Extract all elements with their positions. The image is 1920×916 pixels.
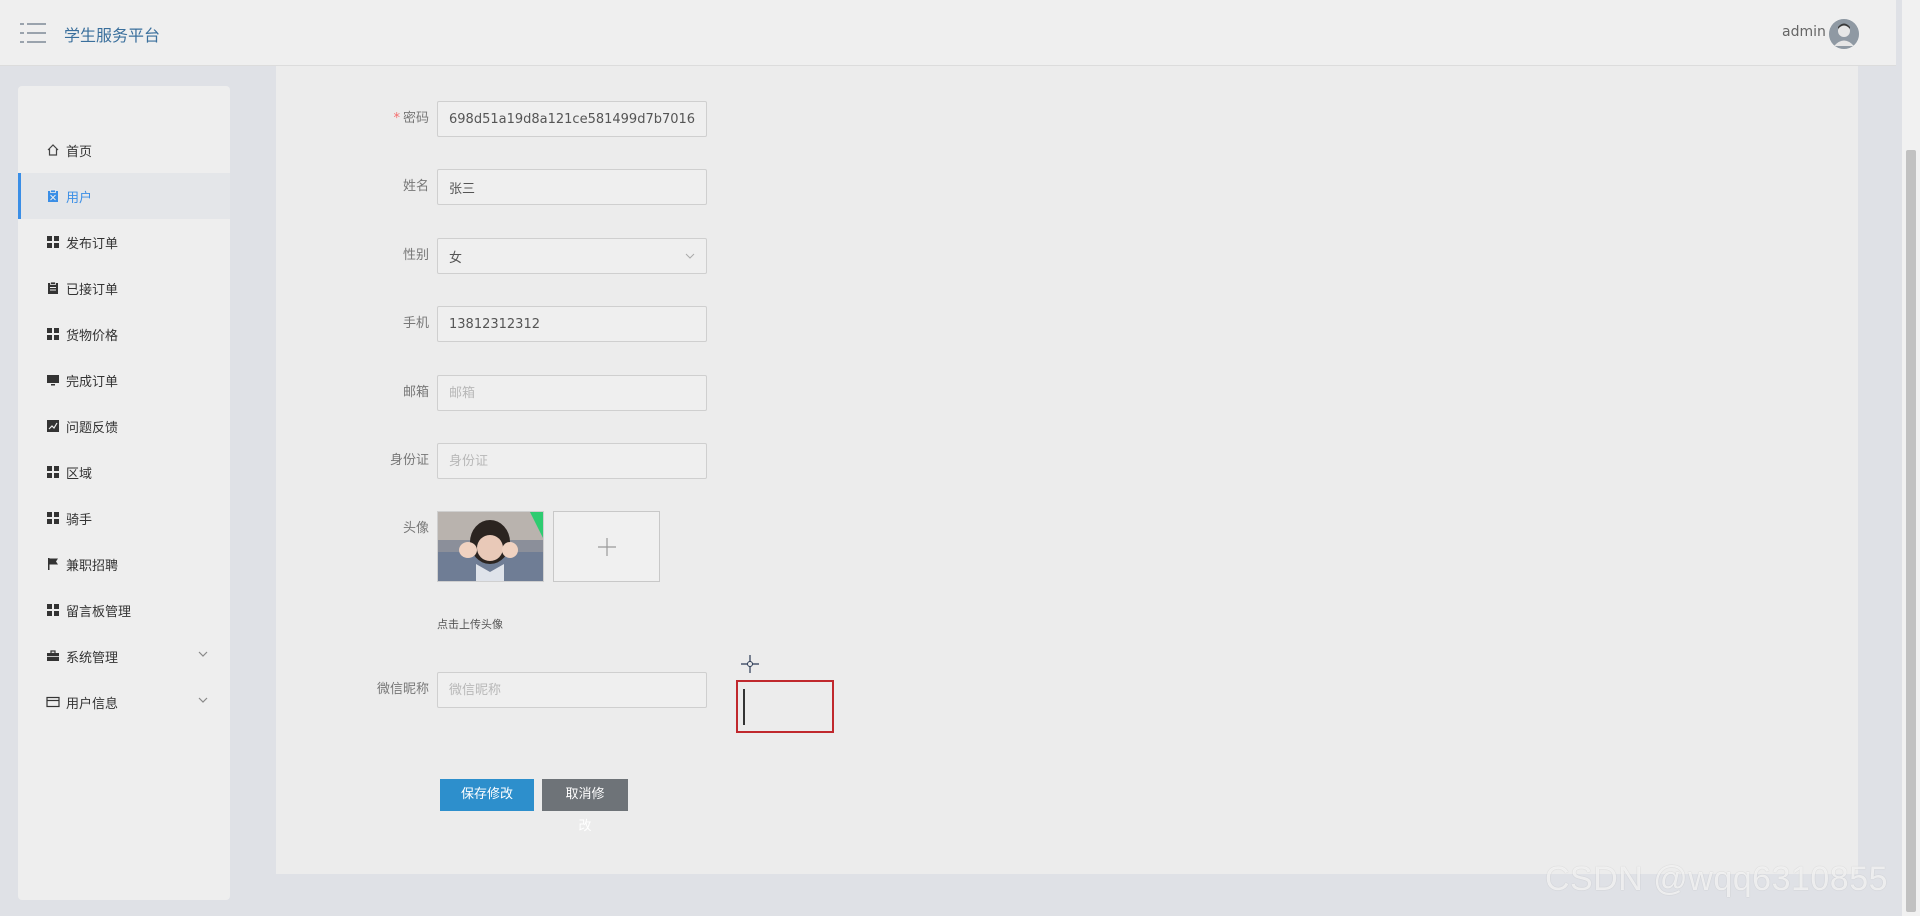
sidebar-item-rider[interactable]: 骑手 [18, 495, 230, 541]
sidebar-item-user-info[interactable]: 用户信息 [18, 679, 230, 725]
sidebar-item-part-time[interactable]: 兼职招聘 [18, 541, 230, 587]
app-title: 学生服务平台 [64, 26, 161, 45]
crosshair-cursor-icon [741, 655, 759, 673]
gender-label: 性别 [402, 248, 429, 263]
password-label: * 密码 [393, 111, 429, 126]
card-icon [46, 695, 60, 709]
page-scrollbar[interactable] [1902, 0, 1920, 916]
sidebar-item-label: 系统管理 [66, 650, 119, 666]
grid-icon [46, 235, 60, 249]
monitor-icon [46, 373, 60, 387]
sidebar-item-label: 兼职招聘 [66, 558, 119, 574]
sidebar: 首页 用户 发布订单 已接订单 货物价格 完成订单 问题反馈 区域 骑手 兼职招… [18, 86, 230, 900]
sidebar-item-system-management[interactable]: 系统管理 [18, 633, 230, 679]
home-icon [46, 143, 60, 157]
chevron-down-icon [196, 647, 210, 661]
sidebar-item-feedback[interactable]: 问题反馈 [18, 403, 230, 449]
sidebar-item-label: 问题反馈 [66, 420, 119, 436]
main-content: *密码 姓名 性别 女 手机 邮箱 身份证 头像 [276, 66, 1858, 874]
grid-icon [46, 465, 60, 479]
clipboard-icon [46, 281, 60, 295]
form-row-gender: 性别 女 [276, 238, 1276, 274]
sidebar-item-label: 首页 [66, 144, 93, 160]
phone-field[interactable] [437, 306, 707, 342]
sidebar-item-completed-orders[interactable]: 完成订单 [18, 357, 230, 403]
gender-select[interactable]: 女 [437, 238, 707, 274]
sidebar-item-message-board[interactable]: 留言板管理 [18, 587, 230, 633]
watermark: CSDN @wqq6310855 [1545, 860, 1889, 898]
highlight-box [736, 680, 834, 733]
wechat-label: 微信昵称 [376, 682, 429, 697]
sidebar-item-label: 区域 [66, 466, 93, 482]
save-button[interactable]: 保存修改 [440, 779, 534, 811]
avatar-upload-hint: 点击上传头像 [437, 618, 503, 631]
name-label: 姓名 [402, 179, 429, 194]
sidebar-item-label: 用户信息 [66, 696, 119, 712]
chart-icon [46, 419, 60, 433]
text-cursor [743, 689, 745, 725]
sidebar-item-label: 留言板管理 [66, 604, 132, 620]
flag-icon [46, 557, 60, 571]
user-avatar-icon[interactable] [1829, 19, 1859, 49]
sidebar-item-label: 用户 [66, 190, 93, 206]
wechat-nickname-field[interactable] [437, 672, 707, 708]
password-field[interactable] [437, 101, 707, 137]
form-row-password: * 密码 [276, 101, 1276, 137]
sidebar-item-region[interactable]: 区域 [18, 449, 230, 495]
user-name[interactable]: admin [1782, 24, 1826, 40]
avatar-image[interactable] [437, 511, 544, 582]
grid-icon [46, 603, 60, 617]
clipboard-icon [46, 189, 60, 203]
name-field[interactable] [437, 169, 707, 205]
form-row-phone: 手机 [276, 306, 1276, 342]
sidebar-item-label: 发布订单 [66, 236, 119, 252]
grid-icon [46, 511, 60, 525]
avatar-label: 头像 [402, 521, 429, 536]
email-label: 邮箱 [402, 385, 429, 400]
chevron-down-icon [196, 693, 210, 707]
scrollbar-thumb[interactable] [1906, 150, 1916, 912]
chevron-down-icon [684, 250, 696, 262]
top-header: 学生服务平台 admin [0, 0, 1896, 66]
sidebar-item-label: 骑手 [66, 512, 93, 528]
sidebar-item-accepted-orders[interactable]: 已接订单 [18, 265, 230, 311]
form-row-id-card: 身份证 [276, 443, 1276, 479]
hamburger-icon[interactable] [20, 22, 46, 44]
sidebar-item-label: 货物价格 [66, 328, 119, 344]
cancel-button[interactable]: 取消修改 [542, 779, 628, 834]
avatar-upload-button[interactable] [553, 511, 660, 582]
form-row-avatar: 头像 [276, 511, 1276, 583]
sidebar-item-label: 已接订单 [66, 282, 119, 298]
briefcase-icon [46, 649, 60, 663]
id-card-field[interactable] [437, 443, 707, 479]
email-field[interactable] [437, 375, 707, 411]
sidebar-item-users[interactable]: 用户 [18, 173, 230, 219]
gender-select-value: 女 [449, 250, 463, 266]
sidebar-item-goods-price[interactable]: 货物价格 [18, 311, 230, 357]
id-card-label: 身份证 [389, 453, 429, 468]
form-row-name: 姓名 [276, 169, 1276, 205]
plus-icon [597, 537, 616, 556]
form-row-email: 邮箱 [276, 375, 1276, 411]
required-mark: * [393, 111, 400, 126]
sidebar-item-publish-orders[interactable]: 发布订单 [18, 219, 230, 265]
grid-icon [46, 327, 60, 341]
phone-label: 手机 [402, 316, 429, 331]
sidebar-item-home[interactable]: 首页 [18, 127, 230, 173]
sidebar-item-label: 完成订单 [66, 374, 119, 390]
